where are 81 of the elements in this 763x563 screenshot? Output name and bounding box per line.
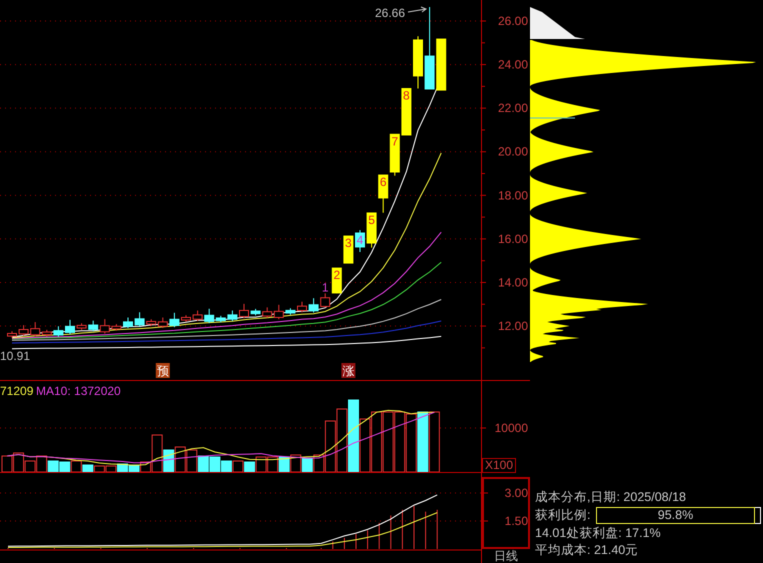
candlestick (308, 298, 319, 314)
volume-bar (174, 446, 186, 472)
candlestick (401, 88, 412, 136)
volume-bar (209, 456, 220, 472)
profit-at-price-text: 14.01处获利盘: 17.1% (535, 526, 662, 541)
profit-ratio-remainder (754, 507, 762, 524)
volume-bar (232, 460, 244, 472)
volume-bar (417, 412, 428, 472)
candle-count-label: 2 (333, 268, 340, 282)
candlestick (413, 36, 423, 90)
volume-bar (302, 458, 313, 472)
profit-ratio-value: 95.8% (658, 508, 694, 523)
indicator-bar (390, 514, 392, 550)
volume-legend: 71209 (0, 384, 34, 398)
volume-bar (59, 462, 70, 472)
candlestick (390, 134, 400, 176)
candlestick (297, 301, 307, 313)
price-axis-label: 24.00 (498, 58, 528, 72)
indicator-bar (378, 522, 380, 550)
candlestick (169, 312, 180, 328)
volume-bar (48, 460, 59, 472)
price-axis-label: 22.00 (498, 101, 528, 116)
event-marker: 涨 (341, 363, 356, 378)
volume-bar (394, 412, 406, 472)
indicator-bar (436, 509, 438, 550)
volume-bar (382, 412, 394, 472)
volume-bar (371, 412, 382, 472)
candlestick (192, 310, 203, 322)
indicator-axis-label: 3.00 (504, 486, 528, 500)
candlestick (7, 330, 17, 338)
volume-bar (336, 408, 348, 472)
volume-legend: MA10: 1372020 (36, 384, 121, 398)
volume-bar (360, 418, 371, 472)
candle-count-label: 4 (356, 233, 364, 248)
volume-axis-label: 10000 (494, 421, 528, 435)
price-axis-label: 26.00 (498, 14, 528, 28)
candle-count-label: 5 (368, 212, 375, 227)
volume-bar (290, 454, 302, 472)
high-price-label: 26.66 (374, 6, 405, 20)
price-axis-label: 18.00 (498, 188, 528, 202)
candlestick (18, 324, 29, 336)
volume-bar (406, 414, 417, 472)
volume-bar (267, 456, 278, 472)
candlestick (378, 174, 388, 214)
volume-unit-label: X100 (482, 458, 516, 473)
volume-bar (36, 456, 48, 472)
cost-distribution-title: 成本分布,日期: 2025/08/18 (535, 490, 687, 505)
price-axis-label: 16.00 (498, 232, 528, 246)
candle-count-label: 3 (345, 236, 352, 250)
indicator-bar (425, 511, 426, 550)
candlestick (65, 319, 75, 335)
low-price-label: 10.91 (0, 349, 30, 363)
volume-bar (428, 412, 440, 472)
volume-bar (198, 456, 209, 472)
leader-line (408, 6, 428, 12)
candlestick (181, 314, 191, 322)
indicator-bar (367, 530, 368, 550)
price-axis-label: 20.00 (498, 144, 528, 159)
price-axis-label: 12.00 (498, 319, 528, 334)
candlestick (123, 317, 133, 328)
price-axis-label: 14.00 (498, 275, 528, 290)
volume-bar (278, 456, 290, 472)
candle-count-label: 6 (380, 175, 387, 190)
volume-bar (186, 450, 198, 472)
indicator-bar (402, 509, 403, 550)
candlestick (366, 212, 377, 248)
indicator-bar (332, 541, 334, 550)
average-cost-text: 平均成本: 21.40元 (535, 543, 640, 558)
volume-bar (220, 460, 232, 472)
profit-ratio-label: 获利比例: (535, 508, 590, 523)
period-label: 日线 (493, 549, 519, 563)
event-marker: 预 (156, 363, 170, 378)
candlestick (343, 236, 354, 264)
indicator-axis-label: 1.50 (504, 514, 528, 528)
candle-count-label: 1 (322, 280, 329, 294)
volume-bar (117, 464, 128, 472)
candlestick (355, 230, 365, 252)
candle-count-label: 7 (391, 134, 398, 148)
candlestick (239, 303, 249, 319)
candle-count-label: 8 (403, 88, 410, 103)
indicator-bar (344, 537, 345, 550)
